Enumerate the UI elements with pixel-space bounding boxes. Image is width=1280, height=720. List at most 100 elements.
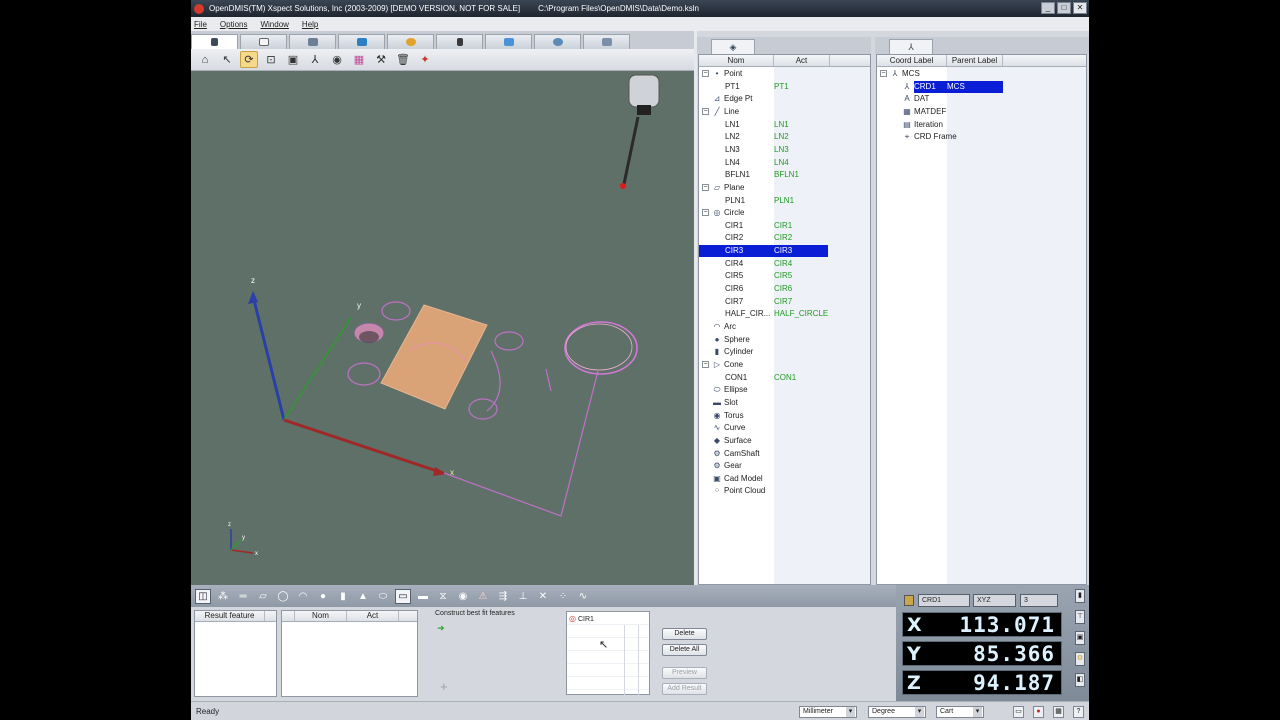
rotate-button[interactable]: ⟳ [240,51,258,68]
construct-cone-button[interactable]: ▲ [355,589,371,604]
coord-tree-row[interactable]: A DAT [877,93,1086,106]
feature-tree-row[interactable]: ∿ Curve [699,422,870,435]
feature-tree-row[interactable]: ▮ Cylinder [699,346,870,359]
preview-button[interactable]: Preview [662,667,707,679]
selected-feature-list[interactable]: ◎ CIR1 ↖ [566,611,650,695]
feature-tree-row[interactable]: − ◎ Circle [699,207,870,220]
tab-view[interactable] [534,34,581,49]
tab-coordinates[interactable]: ⅄ [889,39,933,54]
construct-curve-button[interactable]: ∿ [575,589,591,604]
dro-probe-button[interactable]: ▮ [1075,589,1085,603]
collapse-toggle[interactable]: − [702,360,709,368]
construct-warning-button[interactable]: ⚠ [475,589,491,604]
construct-circle-button[interactable]: ◯ [275,589,291,604]
restore-button[interactable]: □ [1057,2,1071,14]
mode-select[interactable]: XYZ [973,594,1016,607]
construct-point-button[interactable]: ⁂ [215,589,231,604]
construct-slot-button[interactable]: ▬ [415,589,431,604]
status-record-icon[interactable]: ● [1033,706,1044,718]
go-arrow-icon[interactable]: ➜ [437,623,445,634]
feature-tree-row[interactable]: − ▷ Cone [699,359,870,372]
collapse-toggle[interactable]: − [702,107,709,115]
measure-button[interactable]: ✦ [416,51,434,68]
construct-symmetry-button[interactable]: ⧖ [435,589,451,604]
feature-tree-row[interactable]: CIR4 CIR4 [699,258,870,271]
dro-machine-button[interactable]: ▣ [1075,631,1085,645]
construct-ellipse-button[interactable]: ⬭ [375,589,391,604]
feature-tree-row[interactable]: ● Sphere [699,334,870,347]
feature-tree-row[interactable]: CIR1 CIR1 [699,220,870,233]
units-select[interactable]: Millimeter [799,706,857,718]
nom-column-header[interactable]: Nom [699,55,774,66]
feature-tree-row[interactable]: BFLN1 BFLN1 [699,169,870,182]
construct-intersect-button[interactable]: ✕ [535,589,551,604]
construct-mode-button[interactable]: ◫ [195,588,211,604]
act-column-header[interactable]: Act [774,55,830,66]
visibility-button[interactable]: ◉ [328,51,346,68]
feature-tree-row[interactable]: − ▱ Plane [699,182,870,195]
home-view-button[interactable]: ⌂ [196,51,214,68]
axis-button[interactable]: ⅄ [306,51,324,68]
tab-tolerance[interactable] [387,34,434,49]
tab-program[interactable] [240,34,287,49]
feature-tree-row[interactable]: ◉ Torus [699,410,870,423]
coord-tree-row[interactable]: ⌖ CRD Frame [877,131,1086,144]
feature-tree-row[interactable]: ⚙ CamShaft [699,448,870,461]
coord-tree-row[interactable]: − ⅄ MCS [877,68,1086,81]
feature-tree-row[interactable]: CON1 CON1 [699,372,870,385]
construct-bestfit-button[interactable]: ▭ [395,588,411,604]
dro-settings-button[interactable]: ⚙ [1075,652,1085,666]
feature-tree-row[interactable]: ⬭ Ellipse [699,384,870,397]
zoom-button[interactable]: ⊡ [262,51,280,68]
status-tool-icon[interactable]: ▭ [1013,706,1024,718]
feature-tree-row[interactable]: − ╱ Line [699,106,870,119]
collapse-toggle[interactable]: − [702,70,709,77]
fixture-button[interactable]: ⚒ [372,51,390,68]
delete-all-button[interactable]: Delete All [662,644,707,656]
coord-system-select[interactable]: CRD1 [918,594,970,607]
construct-cylinder-button[interactable]: ▮ [335,589,351,604]
feature-tree-row[interactable]: − • Point [699,68,870,81]
coord-tree-row[interactable]: ⅄ CRD1 MCS [877,80,1086,94]
coord-label-header[interactable]: Coord Label [877,55,947,66]
feature-tree-row[interactable]: CIR3 CIR3 [699,245,870,258]
close-button[interactable]: ✕ [1073,2,1087,14]
menu-file[interactable]: File [194,20,207,29]
selected-feature-item[interactable]: ◎ CIR1 [569,614,649,625]
feature-tree-row[interactable]: LN3 LN3 [699,144,870,157]
feature-tree-row[interactable]: PT1 PT1 [699,81,870,94]
menu-options[interactable]: Options [220,20,248,29]
add-icon[interactable]: + [440,679,448,694]
feature-tree-row[interactable]: ▣ Cad Model [699,473,870,486]
feature-tree-row[interactable]: LN4 LN4 [699,157,870,170]
select-button[interactable]: ↖ [218,51,236,68]
collapse-toggle[interactable]: − [702,209,709,217]
feature-tree-row[interactable]: HALF_CIR... HALF_CIRCLE [699,308,870,321]
coordinate-tree[interactable]: Coord Label Parent Label − ⅄ MCS ⅄ CRD1 MCS A D… [876,54,1087,585]
status-help-icon[interactable]: ? [1073,706,1084,718]
construct-line-button[interactable]: ═ [235,589,251,604]
coord-type-select[interactable]: Cart [936,706,984,718]
feature-tree-row[interactable]: ◆ Surface [699,435,870,448]
coord-tree-row[interactable]: ▦ MATDEF [877,106,1086,119]
construct-offset-button[interactable]: ⇶ [495,589,511,604]
result-feature-list[interactable]: Result feature [194,610,277,697]
feature-tree-row[interactable]: CIR7 CIR7 [699,296,870,309]
feature-tree-row[interactable]: CIR6 CIR6 [699,283,870,296]
feature-tree-row[interactable]: CIR2 CIR2 [699,232,870,245]
tab-report[interactable] [289,34,336,49]
feature-tree[interactable]: Nom Act − • Point PT1 PT1 ⊿ Edge Pt − ╱ Line LN1 LN… [698,54,871,585]
feature-tree-row[interactable]: ⁘ Point Cloud [699,485,870,498]
tab-sensor[interactable] [436,34,483,49]
feature-tree-row[interactable]: ◠ Arc [699,321,870,334]
delete-button[interactable]: Delete [662,628,707,640]
tab-transform[interactable] [485,34,532,49]
tab-machine[interactable] [338,34,385,49]
coord-tree-row[interactable]: ▤ Iteration [877,119,1086,132]
minimize-button[interactable]: _ [1041,2,1055,14]
tab-features[interactable]: ◈ [711,39,755,54]
feature-tree-row[interactable]: LN1 LN1 [699,119,870,132]
tab-probe[interactable] [191,34,238,49]
feature-tree-row[interactable]: ⚙ Gear [699,460,870,473]
construct-project-button[interactable]: ⊥ [515,589,531,604]
